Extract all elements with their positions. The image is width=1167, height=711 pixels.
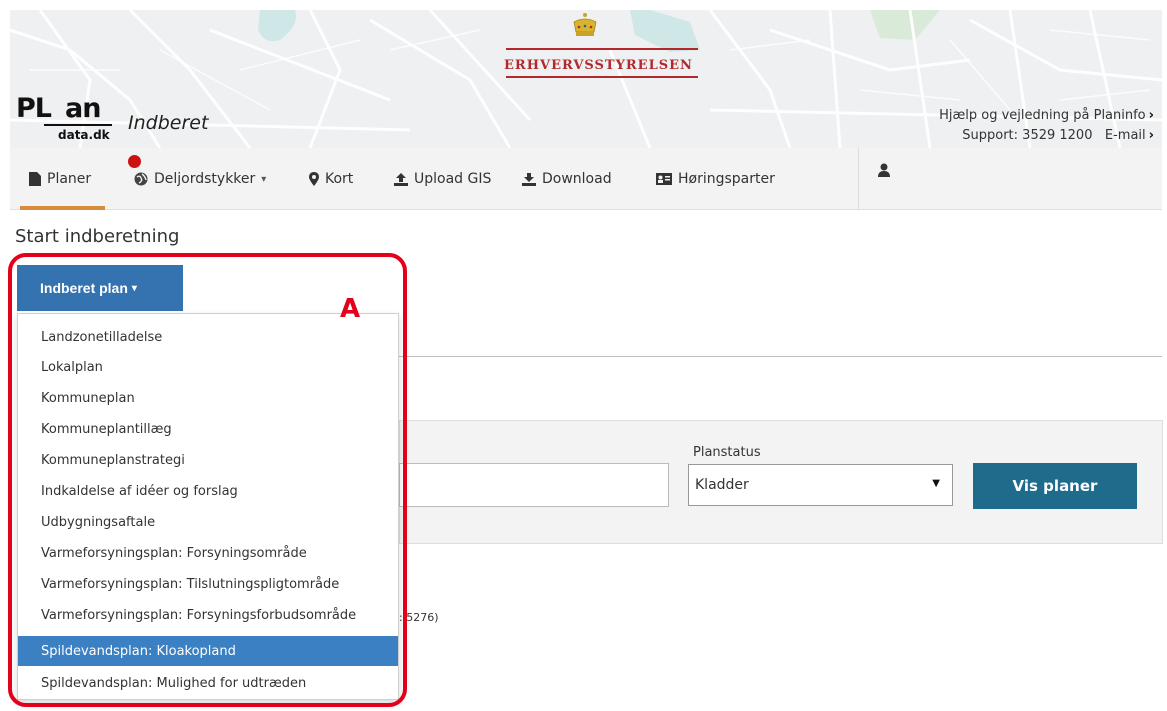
contact-card-icon (656, 173, 672, 185)
logo-underline (44, 124, 112, 126)
logo-text: PL an (16, 93, 101, 124)
help-link[interactable]: Hjælp og vejledning på Planinfo › (939, 106, 1154, 126)
nav-item-upload-gis[interactable]: Upload GIS (394, 164, 491, 194)
crown-icon (573, 13, 597, 36)
nav-item-deljordstykker[interactable]: Deljordstykker ▾ (134, 164, 266, 194)
page-title: Start indberetning (15, 226, 180, 247)
plan-search-input[interactable] (399, 463, 669, 507)
nav-item-kort[interactable]: Kort (309, 164, 353, 194)
user-icon (878, 163, 890, 177)
chevron-right-icon: › (1148, 128, 1154, 143)
logo-subtext: data.dk (58, 128, 110, 142)
support-phone: Support: 3529 1200 (962, 128, 1093, 143)
download-icon (522, 172, 536, 186)
plandata-logo[interactable]: PL an data.dk (16, 93, 116, 146)
nav-item-download[interactable]: Download (522, 164, 612, 194)
annotation-label: A (340, 294, 361, 324)
document-icon (29, 172, 41, 186)
caret-down-icon: ▾ (261, 173, 267, 185)
site-header: Erhvervsstyrelsen PL an data.dk Indberet … (10, 10, 1162, 148)
email-link[interactable]: E-mail › (1105, 128, 1154, 143)
agency-name: Erhvervsstyrelsen (504, 58, 693, 73)
nav-item-hoeringsparter[interactable]: Høringsparter (656, 164, 775, 194)
planstatus-select[interactable]: Kladder ▼ (688, 464, 953, 506)
help-links: Hjælp og vejledning på Planinfo › Support… (939, 106, 1154, 146)
map-marker-icon (309, 172, 319, 186)
agency-bottom-line (506, 76, 698, 78)
app-title: Indberet (128, 112, 209, 134)
nav-separator (858, 148, 859, 210)
planstatus-value: Kladder (695, 477, 749, 493)
user-menu[interactable] (878, 162, 890, 181)
select-arrow-icon: ▼ (932, 478, 940, 489)
vis-planer-button[interactable]: Vis planer (973, 463, 1137, 509)
chevron-right-icon: › (1148, 108, 1154, 123)
content-divider (399, 356, 1162, 357)
globe-icon (134, 172, 148, 186)
agency-top-line (506, 48, 698, 50)
nav-item-planer[interactable]: Planer (19, 164, 106, 210)
upload-icon (394, 172, 408, 186)
main-navbar: Planer Deljordstykker ▾ Kort Upload GIS … (10, 148, 1162, 210)
planstatus-label: Planstatus (693, 445, 761, 460)
